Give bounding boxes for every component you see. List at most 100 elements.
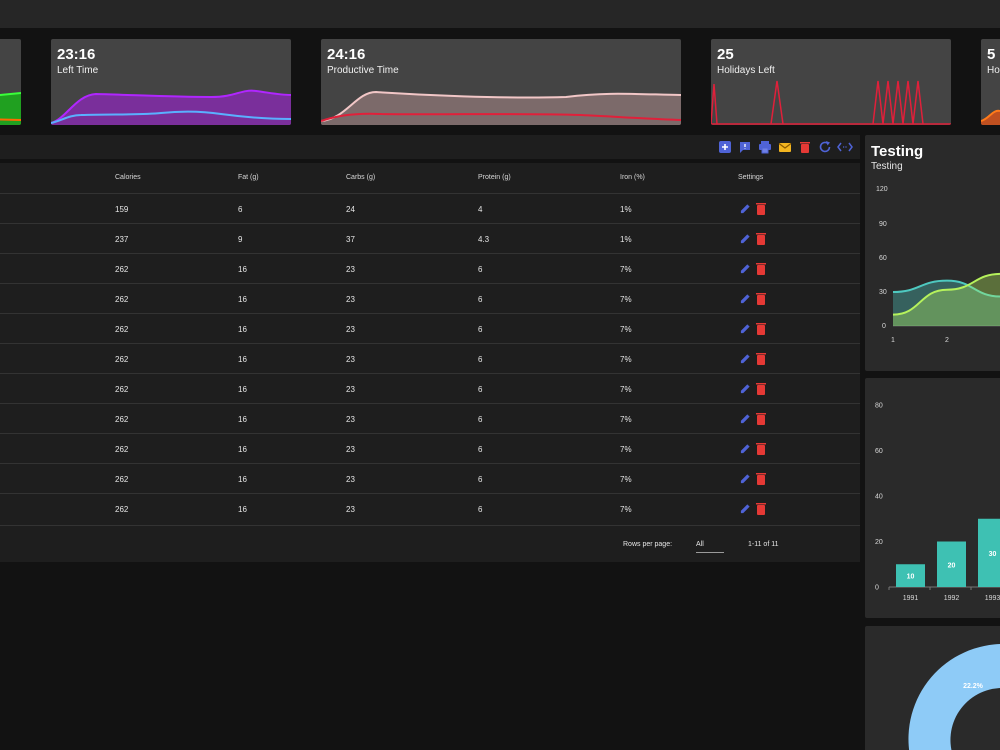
- delete-icon[interactable]: [756, 472, 766, 485]
- cell-protein: 6: [478, 265, 483, 274]
- stat-sparkline: [0, 92, 21, 125]
- code-icon[interactable]: [837, 140, 853, 154]
- cell-iron: 1%: [620, 205, 632, 214]
- cell-protein: 6: [478, 325, 483, 334]
- bar-value-label: 20: [948, 562, 956, 569]
- cell-protein: 6: [478, 505, 483, 514]
- cell-fat: 16: [238, 385, 247, 394]
- cell-fat: 16: [238, 295, 247, 304]
- edit-icon[interactable]: [740, 473, 751, 484]
- cell-iron: 1%: [620, 235, 632, 244]
- delete-icon[interactable]: [756, 232, 766, 245]
- cell-calories: 237: [115, 235, 129, 244]
- email-icon[interactable]: [778, 140, 792, 154]
- testing-chart-card: Testing Testing 120 90 60 30 0 1 2: [865, 135, 1000, 371]
- cell-fat: 16: [238, 355, 247, 364]
- edit-icon[interactable]: [740, 353, 751, 364]
- delete-icon[interactable]: [798, 140, 812, 154]
- cell-carbs: 23: [346, 445, 355, 454]
- cell-fat: 16: [238, 325, 247, 334]
- stat-card-partial-right: 5 Ho: [981, 39, 1000, 125]
- cell-carbs: 23: [346, 385, 355, 394]
- cell-carbs: 37: [346, 235, 355, 244]
- cell-iron: 7%: [620, 505, 632, 514]
- edit-icon[interactable]: [740, 503, 751, 514]
- cell-carbs: 24: [346, 205, 355, 214]
- header-iron[interactable]: Iron (%): [620, 174, 645, 181]
- app-bar: [0, 0, 1000, 28]
- header-calories[interactable]: Calories: [115, 174, 141, 181]
- rows-per-page-select[interactable]: All: [696, 541, 724, 553]
- header-protein[interactable]: Protein (g): [478, 174, 511, 181]
- stat-label: Left Time: [57, 65, 99, 76]
- cell-iron: 7%: [620, 415, 632, 424]
- y-tick: 60: [875, 448, 883, 455]
- pie-slice[interactable]: [908, 644, 1000, 750]
- bar-value-label: 30: [989, 551, 997, 558]
- page-range: 1-11 of 11: [748, 541, 779, 548]
- pie-slice-label: 22.2%: [963, 683, 984, 690]
- refresh-icon[interactable]: [818, 140, 832, 154]
- feedback-icon[interactable]: [738, 140, 752, 154]
- add-box-icon[interactable]: [718, 140, 732, 154]
- cell-fat: 16: [238, 475, 247, 484]
- rows-per-page-label: Rows per page:: [623, 541, 673, 548]
- delete-icon[interactable]: [756, 322, 766, 335]
- delete-icon[interactable]: [756, 262, 766, 275]
- edit-icon[interactable]: [740, 203, 751, 214]
- cell-fat: 16: [238, 505, 247, 514]
- table-row[interactable]: 159 6 24 4 1%: [0, 193, 860, 223]
- print-icon[interactable]: [758, 140, 772, 154]
- table-row[interactable]: 262 16 23 6 7%: [0, 433, 860, 463]
- delete-icon[interactable]: [756, 382, 766, 395]
- y-tick: 20: [875, 539, 883, 546]
- cell-protein: 6: [478, 445, 483, 454]
- table-row[interactable]: 262 16 23 6 7%: [0, 373, 860, 403]
- table-row[interactable]: 262 16 23 6 7%: [0, 343, 860, 373]
- cell-carbs: 23: [346, 325, 355, 334]
- cell-calories: 262: [115, 355, 129, 364]
- cell-iron: 7%: [620, 295, 632, 304]
- cell-calories: 262: [115, 415, 129, 424]
- cell-iron: 7%: [620, 385, 632, 394]
- edit-icon[interactable]: [740, 263, 751, 274]
- cell-carbs: 23: [346, 415, 355, 424]
- cell-calories: 159: [115, 205, 129, 214]
- header-fat[interactable]: Fat (g): [238, 174, 259, 181]
- bar-chart: 80 60 40 20 0 10 1991 20 1992 30 1993: [875, 403, 1000, 602]
- delete-icon[interactable]: [756, 502, 766, 515]
- productive-time-sparkline: [321, 90, 681, 125]
- x-tick: 1993: [985, 595, 1000, 602]
- delete-icon[interactable]: [756, 442, 766, 455]
- cell-protein: 6: [478, 295, 483, 304]
- table-row[interactable]: 262 16 23 6 7%: [0, 283, 860, 313]
- cell-protein: 4: [478, 205, 483, 214]
- delete-icon[interactable]: [756, 352, 766, 365]
- edit-icon[interactable]: [740, 413, 751, 424]
- bar-chart-card: 80 60 40 20 0 10 1991 20 1992 30 1993: [865, 378, 1000, 618]
- cell-calories: 262: [115, 325, 129, 334]
- x-tick: 1992: [944, 595, 960, 602]
- delete-icon[interactable]: [756, 292, 766, 305]
- edit-icon[interactable]: [740, 323, 751, 334]
- table-row[interactable]: 262 16 23 6 7%: [0, 463, 860, 493]
- edit-icon[interactable]: [740, 383, 751, 394]
- table-row[interactable]: 237 9 37 4.3 1%: [0, 223, 860, 253]
- edit-icon[interactable]: [740, 233, 751, 244]
- delete-icon[interactable]: [756, 202, 766, 215]
- cell-carbs: 23: [346, 505, 355, 514]
- header-carbs[interactable]: Carbs (g): [346, 174, 375, 181]
- stat-card-holidays-left: 25 Holidays Left: [711, 39, 951, 125]
- stat-label: Ho: [987, 65, 1000, 76]
- holidays-sparkline: [711, 80, 951, 125]
- cell-fat: 6: [238, 205, 243, 214]
- table-row[interactable]: 262 16 23 6 7%: [0, 253, 860, 283]
- edit-icon[interactable]: [740, 443, 751, 454]
- table-row[interactable]: 262 16 23 6 7%: [0, 403, 860, 433]
- edit-icon[interactable]: [740, 293, 751, 304]
- delete-icon[interactable]: [756, 412, 766, 425]
- table-row[interactable]: 262 16 23 6 7%: [0, 313, 860, 343]
- cell-protein: 6: [478, 355, 483, 364]
- stat-label: Productive Time: [327, 65, 399, 76]
- table-row[interactable]: 262 16 23 6 7%: [0, 493, 860, 523]
